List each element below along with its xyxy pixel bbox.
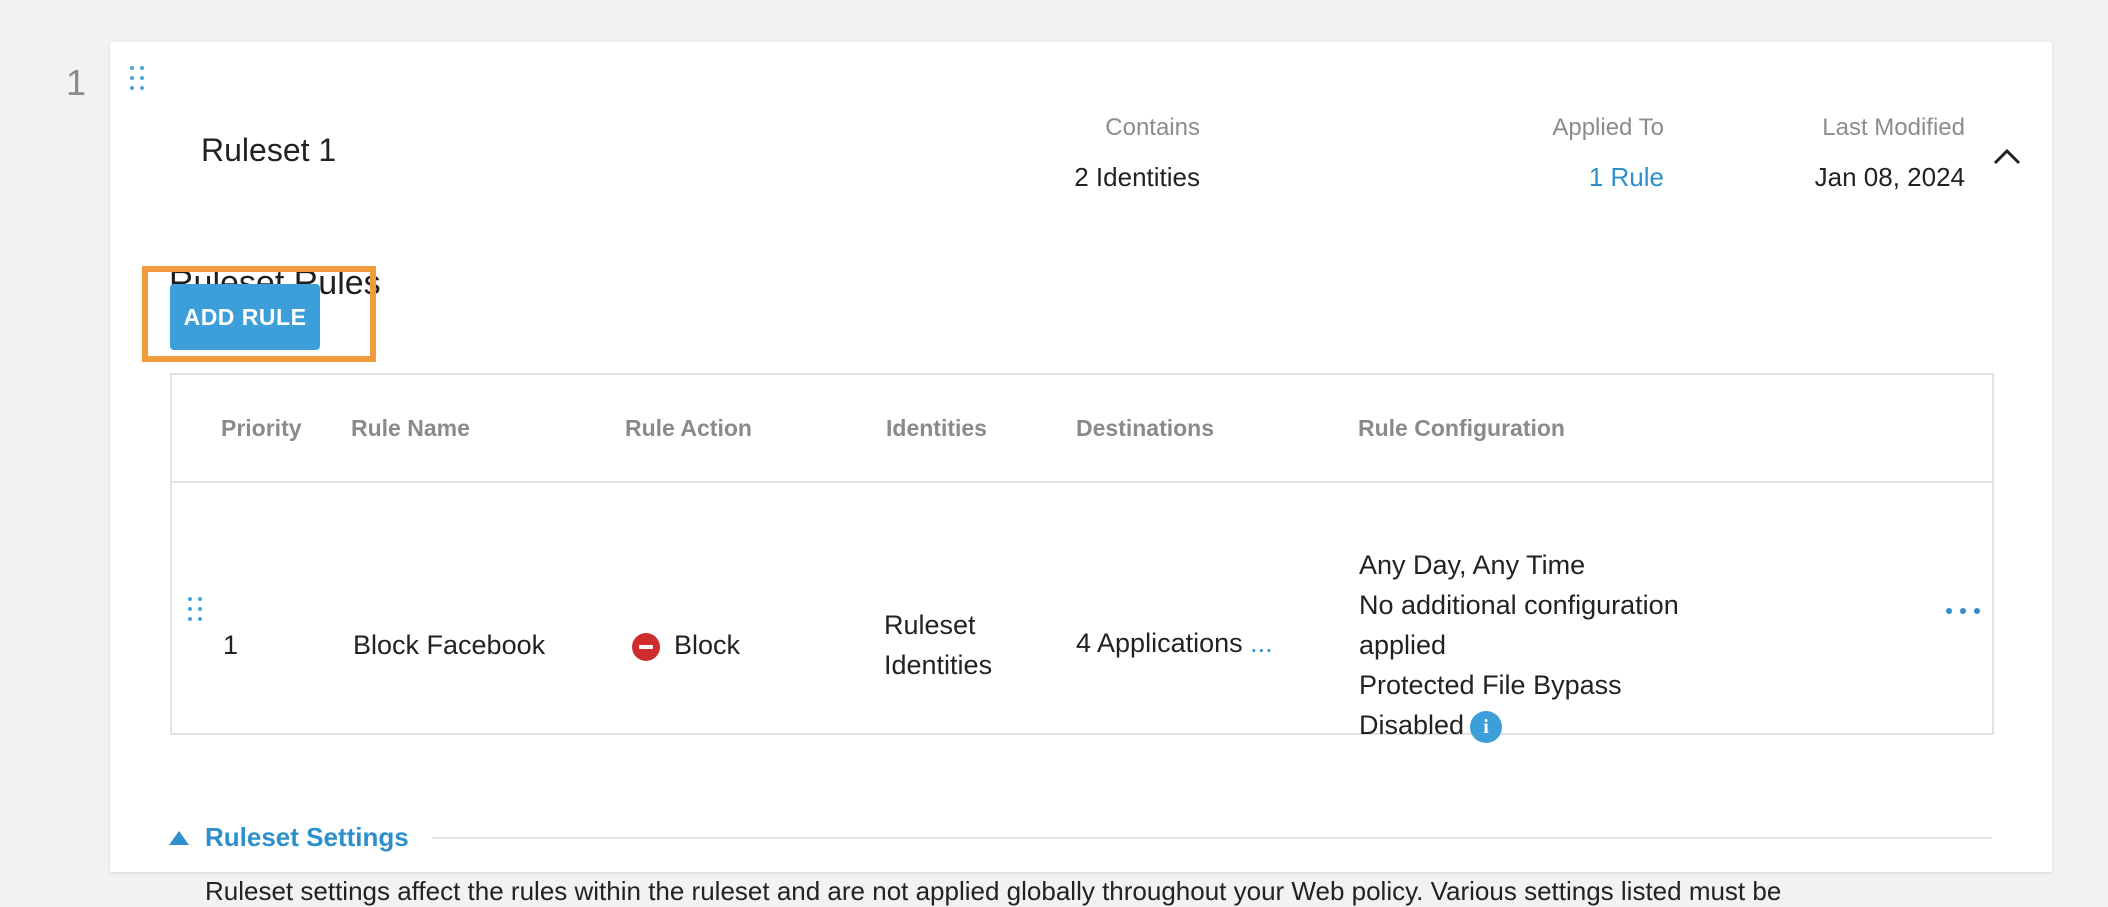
ruleset-settings-toggle[interactable]: Ruleset Settings xyxy=(169,822,409,853)
config-line: Protected File Bypass xyxy=(1359,670,1622,700)
destinations-more-link[interactable]: ... xyxy=(1250,628,1273,658)
ruleset-index: 1 xyxy=(66,62,87,103)
row-destinations: 4 Applications ... xyxy=(1076,623,1273,663)
applied-to-label: Applied To xyxy=(1552,114,1664,141)
rules-table: Priority Rule Name Rule Action Identitie… xyxy=(170,373,1994,743)
header-rule-name: Rule Name xyxy=(351,415,470,441)
identities-line: Identities xyxy=(884,650,993,680)
last-modified-value: Jan 08, 2024 xyxy=(1814,162,1965,192)
last-modified-meta: Last Modified Jan 08, 2024 xyxy=(1710,114,1965,193)
config-line: applied xyxy=(1359,630,1447,660)
ruleset-title: Ruleset 1 xyxy=(201,132,337,168)
settings-description: Ruleset settings affect the rules within… xyxy=(205,876,1782,906)
contains-meta: Contains 2 Identities xyxy=(960,114,1200,193)
contains-value: 2 Identities xyxy=(1074,162,1200,192)
config-line: Disabled xyxy=(1359,710,1465,740)
settings-divider xyxy=(432,837,1992,839)
contains-label: Contains xyxy=(1105,114,1200,141)
chevron-up-icon[interactable] xyxy=(1992,142,2022,172)
destinations-label: 4 Applications xyxy=(1076,628,1243,658)
row-priority: 1 xyxy=(223,630,239,660)
more-options-icon[interactable] xyxy=(1946,608,1980,614)
header-destinations: Destinations xyxy=(1076,415,1215,441)
ruleset-settings-label: Ruleset Settings xyxy=(205,822,409,852)
drag-handle-icon[interactable] xyxy=(130,66,144,90)
config-line: No additional configuration xyxy=(1359,590,1679,620)
ruleset-card: Ruleset 1 Contains 2 Identities Applied … xyxy=(110,42,2052,906)
row-identities: Ruleset Identities xyxy=(884,605,992,685)
row-rule-configuration: Any Day, Any Time No additional configur… xyxy=(1359,545,1679,745)
row-rule-action: Block xyxy=(632,625,740,665)
applied-to-meta: Applied To 1 Rule xyxy=(1450,114,1664,193)
row-drag-handle-icon[interactable] xyxy=(188,597,202,621)
header-priority: Priority xyxy=(221,415,302,441)
applied-to-link[interactable]: 1 Rule xyxy=(1450,162,1664,193)
config-line: Any Day, Any Time xyxy=(1359,550,1586,580)
rules-table-header: Priority Rule Name Rule Action Identitie… xyxy=(172,375,1992,483)
caret-up-icon xyxy=(169,830,189,845)
config-line-with-info: Disabled i xyxy=(1359,705,1679,745)
block-icon xyxy=(632,632,660,661)
header-identities: Identities xyxy=(886,415,987,441)
add-rule-button[interactable]: ADD RULE xyxy=(170,284,320,350)
header-rule-configuration: Rule Configuration xyxy=(1358,415,1565,441)
info-icon[interactable]: i xyxy=(1470,710,1503,743)
header-rule-action: Rule Action xyxy=(625,415,752,441)
last-modified-label: Last Modified xyxy=(1822,114,1965,141)
rule-action-label: Block xyxy=(674,630,741,660)
identities-line: Ruleset xyxy=(884,610,976,640)
row-rule-name: Block Facebook xyxy=(353,630,546,660)
